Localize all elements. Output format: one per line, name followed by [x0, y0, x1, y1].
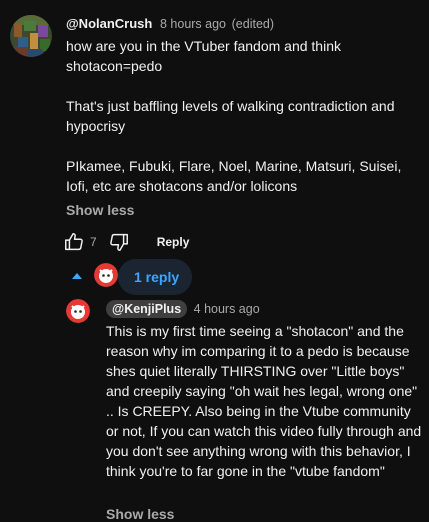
avatar[interactable] [10, 15, 52, 57]
reply-author[interactable]: @KenjiPlus [106, 300, 188, 318]
reply-button[interactable]: Reply [157, 235, 190, 249]
replies-toggle[interactable]: 1 reply [60, 259, 192, 295]
chevron-up-icon [72, 273, 82, 279]
comment-paragraph: PIkamee, Fubuki, Flare, Noel, Marine, Ma… [66, 158, 402, 194]
reply-timestamp[interactable]: 4 hours ago [194, 302, 260, 316]
comment-body: how are you in the VTuber fandom and thi… [66, 36, 421, 216]
thumbs-up-icon [65, 233, 83, 251]
like-button[interactable] [62, 230, 86, 254]
comment-author[interactable]: @NolanCrush [66, 16, 152, 31]
reply-avatar[interactable] [66, 299, 90, 323]
like-count: 7 [90, 235, 97, 249]
reply-count-link[interactable]: 1 reply [134, 269, 179, 285]
reply-author-avatar [94, 263, 118, 287]
comment-actions: 7 Reply [62, 229, 189, 255]
comment-paragraph: how are you in the VTuber fandom and thi… [66, 38, 341, 74]
red-mascot-icon [66, 299, 90, 323]
reply-show-less-button[interactable]: Show less [106, 506, 174, 522]
dislike-button[interactable] [107, 230, 131, 254]
reply-body: This is my first time seeing a "shotacon… [106, 323, 422, 479]
show-less-button[interactable]: Show less [66, 202, 134, 218]
comment-timestamp[interactable]: 8 hours ago [160, 17, 226, 31]
comment-header: @NolanCrush 8 hours ago (edited) [66, 16, 274, 32]
red-mascot-icon [94, 263, 118, 287]
thumbs-down-icon [109, 233, 128, 251]
edited-label: (edited) [231, 17, 275, 31]
comment-paragraph: That's just baffling levels of walking c… [66, 98, 395, 134]
reply-header: @KenjiPlus 4 hours ago [106, 300, 260, 318]
pixel-art-avatar-icon [10, 15, 52, 57]
